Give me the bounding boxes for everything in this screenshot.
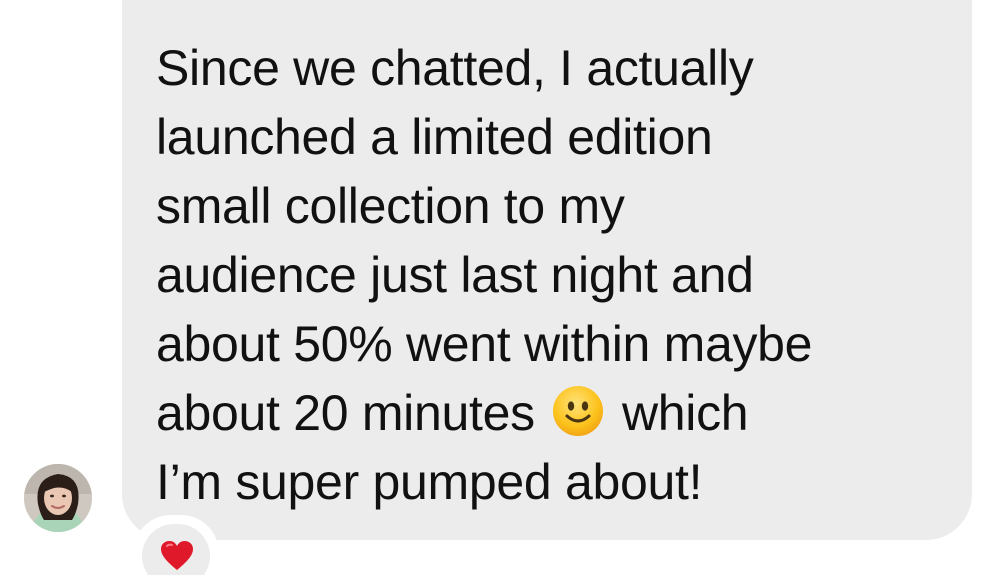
message-line: I’m super pumped about! xyxy=(156,454,703,510)
message-line-part: which xyxy=(621,385,749,441)
message-line: launched a limited edition xyxy=(156,109,713,165)
message-line: small collection to my xyxy=(156,178,625,234)
message-bubble[interactable]: Since we chatted, I actually launched a l… xyxy=(122,0,972,540)
message-line: about 50% went within maybe xyxy=(156,316,813,372)
reaction-badge[interactable] xyxy=(136,518,216,575)
sender-avatar[interactable] xyxy=(24,464,92,532)
slightly-smiling-face-icon xyxy=(552,385,604,437)
message-line-with-emoji: about 20 minutes which xyxy=(156,379,956,448)
message-line: audience just last night and xyxy=(156,247,754,303)
message-thread: Since we chatted, I actually launched a l… xyxy=(0,0,1003,575)
reaction-pill xyxy=(142,524,210,575)
message-line: Since we chatted, I actually xyxy=(156,40,754,96)
message-text: Since we chatted, I actually launched a l… xyxy=(156,34,956,517)
red-heart-icon xyxy=(161,541,193,570)
message-line-part: about 20 minutes xyxy=(156,385,535,441)
user-avatar-icon xyxy=(24,464,92,532)
